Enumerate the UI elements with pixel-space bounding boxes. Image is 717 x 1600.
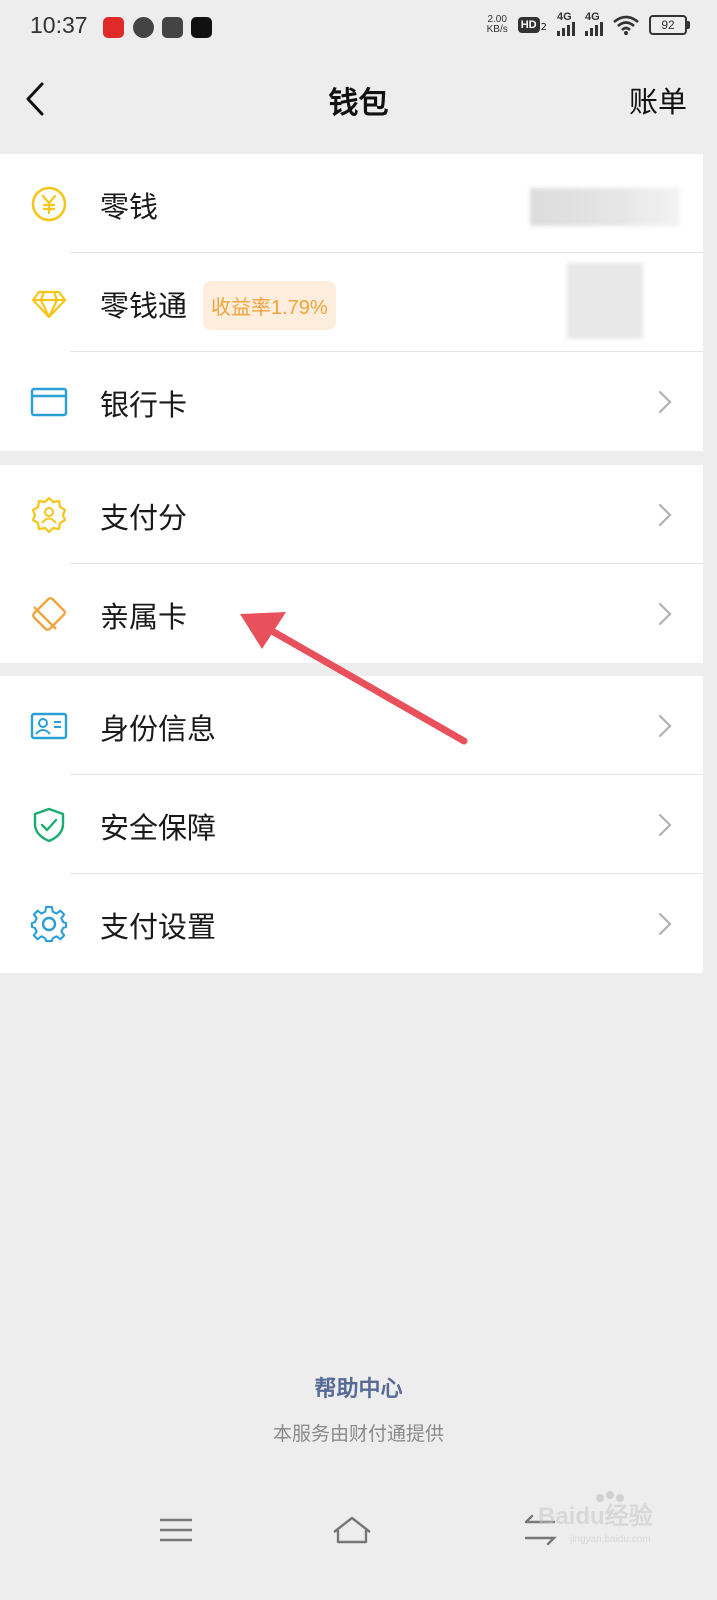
yield-rate-badge: 收益率1.79%	[203, 281, 336, 330]
status-time: 10:37	[30, 12, 88, 38]
menu-item-change[interactable]: 零钱	[0, 154, 703, 253]
help-center-link[interactable]: 帮助中心	[0, 1371, 717, 1403]
watermark-url: jingyan.baidu.com	[569, 1534, 651, 1545]
baidu-jingyan-watermark: Baidu经验 jingyan.baidu.com	[538, 1491, 653, 1545]
menu-item-label: 身份信息	[100, 712, 217, 746]
home-icon[interactable]	[330, 1512, 374, 1548]
capcut-app-icon	[191, 17, 212, 38]
battery-icon: 92	[649, 15, 690, 35]
balance-redacted	[567, 263, 643, 339]
menu-item-label: 亲属卡	[100, 600, 188, 634]
yuan-coin-icon	[31, 186, 67, 222]
signal-sim1-icon: 4G	[557, 11, 575, 36]
menu-item-label: 安全保障	[100, 811, 217, 845]
menu-item-pay-settings[interactable]: 支付设置	[0, 874, 703, 973]
sim1-label: 4G	[557, 11, 572, 23]
speedometer-app-icon	[133, 17, 154, 38]
family-card-icon	[32, 597, 66, 631]
menu-item-label: 支付分	[100, 501, 188, 535]
chevron-right-icon	[658, 503, 672, 527]
balance-redacted	[530, 188, 680, 226]
chevron-right-icon	[658, 813, 672, 837]
watermark-text: Baidu经验	[538, 1502, 653, 1530]
hd-sub-label: 2	[540, 22, 547, 33]
sim2-label: 4G	[585, 11, 600, 23]
pay-score-badge-icon	[31, 496, 67, 534]
wifi-icon	[613, 15, 639, 35]
page-title: 钱包	[328, 86, 389, 121]
menu-item-pay-score[interactable]: 支付分	[0, 465, 703, 564]
service-provider-text: 本服务由财付通提供	[272, 1423, 444, 1445]
chevron-right-icon	[658, 912, 672, 936]
wallet-balance-group: 零钱 零钱通 收益率1.79% 银行卡	[0, 154, 703, 451]
notification-app-icon	[103, 17, 124, 38]
menu-lines-icon[interactable]	[154, 1512, 198, 1548]
menu-item-security[interactable]: 安全保障	[0, 775, 703, 874]
signal-sim2-icon: 4G	[585, 11, 603, 36]
video-play-app-icon	[162, 17, 183, 38]
menu-item-label: 零钱	[100, 190, 159, 224]
chevron-right-icon	[658, 390, 672, 414]
chevron-right-icon	[658, 714, 672, 738]
bank-card-icon	[30, 387, 68, 417]
diamond-icon	[31, 290, 67, 319]
menu-item-family-card[interactable]: 亲属卡	[0, 564, 703, 663]
hd-voice-icon: HD 2	[517, 17, 547, 33]
chevron-right-icon	[658, 602, 672, 626]
gear-icon	[30, 905, 68, 943]
hd-label: HD	[517, 17, 540, 33]
credit-group: 支付分 亲属卡	[0, 465, 703, 663]
bill-button[interactable]: 账单	[629, 79, 687, 121]
menu-item-bank-card[interactable]: 银行卡	[0, 352, 703, 451]
menu-item-label: 支付设置	[100, 910, 217, 944]
menu-item-licaitong[interactable]: 零钱通 收益率1.79%	[0, 253, 703, 352]
shield-check-icon	[33, 807, 65, 843]
status-bar: 10:37 2.00 KB/s HD 2 4G 4G 92	[0, 0, 717, 56]
id-card-icon	[30, 712, 68, 740]
menu-item-label: 零钱通	[100, 289, 188, 323]
settings-group: 身份信息 安全保障 支付设置	[0, 676, 703, 973]
network-speed: 2.00 KB/s	[487, 15, 508, 35]
menu-item-label: 银行卡	[100, 388, 188, 422]
menu-item-identity[interactable]: 身份信息	[0, 676, 703, 775]
network-speed-unit: KB/s	[486, 24, 508, 35]
nav-bar: 钱包 账单	[0, 56, 717, 154]
